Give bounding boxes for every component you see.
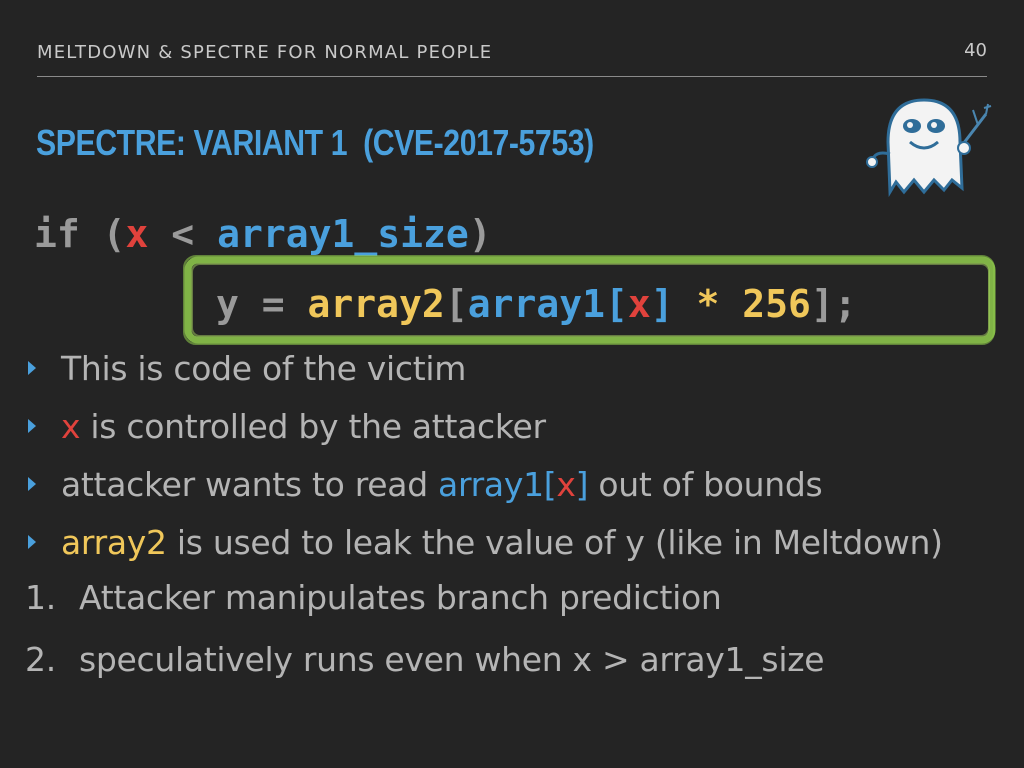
bullet-text: out of bounds: [588, 465, 823, 504]
triangle-bullet-icon: [28, 361, 36, 375]
bullet-bracket-open: [: [543, 465, 557, 504]
bullet-item: This is code of the victim: [28, 345, 943, 403]
code-end: ];: [810, 282, 857, 326]
triangle-bullet-icon: [28, 477, 36, 491]
page-number: 40: [964, 40, 987, 61]
bullet-text: is used to leak the value of y (like in …: [166, 523, 943, 562]
numbered-item: 1. Attacker manipulates branch prediction: [25, 573, 824, 635]
numbered-list: 1. Attacker manipulates branch prediction…: [25, 573, 825, 697]
code-bracket-open-inner: [: [604, 282, 628, 326]
code-number-256: 256: [742, 282, 811, 326]
bullet-item: attacker wants to read array1[x] out of …: [28, 461, 943, 519]
bullet-item: array2 is used to leak the value of y (l…: [28, 519, 943, 577]
numbered-item: 2. speculatively runs even when x > array…: [25, 635, 825, 697]
code-paren-open: (: [79, 212, 126, 256]
code-line-assign: y = array2[array1[x] * 256];: [216, 282, 857, 326]
item-text: speculatively runs even when x > array1_…: [79, 640, 825, 679]
code-array1: array1: [467, 282, 605, 326]
item-number: 1.: [25, 578, 56, 617]
code-var-x: x: [125, 212, 149, 256]
bullet-highlight-x: x: [61, 407, 81, 446]
code-bracket-close-inner: ]: [650, 282, 674, 326]
code-keyword-if: if: [34, 212, 80, 256]
bullet-text: attacker wants to read: [61, 465, 439, 504]
code-index-x: x: [627, 282, 651, 326]
item-text: Attacker manipulates branch prediction: [79, 578, 722, 617]
header-divider: [37, 76, 987, 77]
slide-header: MELTDOWN & SPECTRE FOR NORMAL PEOPLE: [37, 42, 493, 63]
bullet-highlight-x: x: [556, 465, 576, 504]
bullet-text: This is code of the victim: [61, 349, 467, 388]
code-op-mul: *: [673, 282, 743, 326]
bullet-text: is controlled by the attacker: [80, 407, 546, 446]
item-number: 2.: [25, 640, 56, 679]
bullet-bracket-close: ]: [575, 465, 589, 504]
triangle-bullet-icon: [28, 535, 36, 549]
code-var-y: y: [216, 282, 239, 326]
slide-title: SPECTRE: VARIANT 1 (CVE-2017-5753): [36, 122, 594, 163]
bullet-highlight-array2: array2: [61, 523, 167, 562]
code-array2: array2: [307, 282, 445, 326]
bullet-item: x is controlled by the attacker: [28, 403, 943, 461]
code-op-eq: =: [238, 282, 308, 326]
bullet-list: This is code of the victim x is controll…: [28, 345, 943, 577]
code-bracket-open-outer: [: [444, 282, 468, 326]
spectre-ghost-icon: [866, 98, 992, 198]
bullet-highlight-array1: array1: [438, 465, 544, 504]
triangle-bullet-icon: [28, 419, 36, 433]
